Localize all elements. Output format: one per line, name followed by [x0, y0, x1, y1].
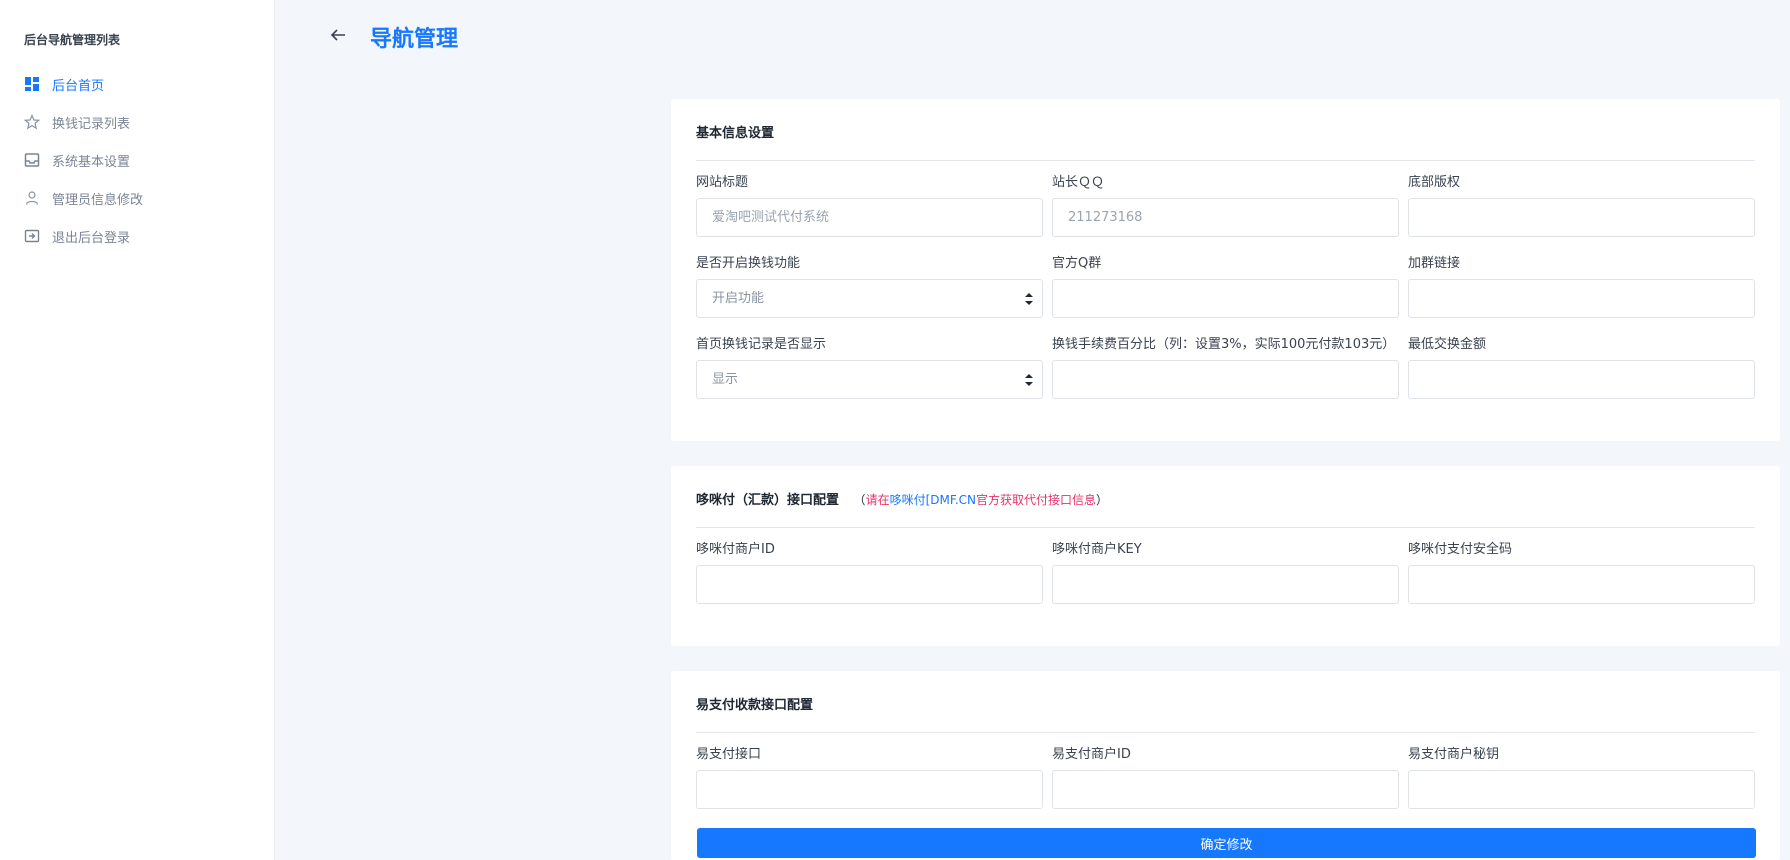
- duomi-merchant-key-label: 哆咪付商户KEY: [1052, 542, 1142, 557]
- epay-merchant-secret-field: 易支付商户秘钥: [1408, 745, 1755, 809]
- page-title: 导航管理: [370, 27, 459, 52]
- logout-icon: [24, 228, 40, 244]
- dashboard-icon: [24, 76, 40, 92]
- card-title: 哆咪付（汇款）接口配置 （请在哆咪付[DMF.CN官方获取代付接口信息）: [696, 489, 1108, 508]
- inbox-icon: [24, 152, 40, 168]
- sidebar-item-logout[interactable]: 退出后台登录: [24, 217, 264, 255]
- qq-field: 站长ＱＱ: [1052, 173, 1399, 237]
- qq-label: 站长ＱＱ: [1052, 175, 1105, 190]
- sidebar-item-label: 系统基本设置: [52, 154, 131, 170]
- home-record-field: 首页换钱记录是否显示 显示: [696, 335, 1043, 399]
- card-header: 基本信息设置: [696, 99, 1755, 161]
- home-record-select[interactable]: 显示: [697, 361, 1042, 398]
- sidebar-nav: 后台首页 换钱记录列表 系统基本设置 管理员信息修改 退出后台登录: [24, 65, 264, 255]
- sidebar-item-label: 后台首页: [52, 78, 105, 94]
- min-amount-label: 最低交换金额: [1408, 337, 1487, 352]
- exchange-enable-field: 是否开启换钱功能 开启功能: [696, 254, 1043, 318]
- copyright-label: 底部版权: [1408, 175, 1461, 190]
- exchange-enable-label: 是否开启换钱功能: [696, 256, 801, 271]
- back-button[interactable]: [325, 24, 351, 50]
- note-post: 官方获取代付接口信息: [976, 493, 1097, 507]
- site-title-label: 网站标题: [696, 175, 749, 190]
- qq-input[interactable]: [1053, 199, 1398, 236]
- epay-merchant-secret-input[interactable]: [1409, 771, 1754, 808]
- card-header: 哆咪付（汇款）接口配置 （请在哆咪付[DMF.CN官方获取代付接口信息）: [696, 466, 1755, 528]
- duomi-security-code-field: 哆咪付支付安全码: [1408, 540, 1755, 604]
- duomi-config-card: 哆咪付（汇款）接口配置 （请在哆咪付[DMF.CN官方获取代付接口信息） 哆咪付…: [671, 466, 1780, 646]
- sidebar-item-label: 退出后台登录: [52, 230, 131, 246]
- sidebar-item-label: 换钱记录列表: [52, 116, 131, 132]
- sidebar-item-label: 管理员信息修改: [52, 192, 144, 208]
- epay-merchant-id-field: 易支付商户ID: [1052, 745, 1399, 809]
- qgroup-label: 官方Q群: [1052, 256, 1102, 271]
- qgroup-input[interactable]: [1053, 280, 1398, 317]
- duomi-merchant-id-field: 哆咪付商户ID: [696, 540, 1043, 604]
- sidebar-item-admin-profile[interactable]: 管理员信息修改: [24, 179, 264, 217]
- sidebar-item-exchange-records[interactable]: 换钱记录列表: [24, 103, 264, 141]
- star-icon: [24, 114, 40, 130]
- group-link-label: 加群链接: [1408, 256, 1461, 271]
- epay-merchant-secret-label: 易支付商户秘钥: [1408, 747, 1500, 762]
- duomi-merchant-id-label: 哆咪付商户ID: [696, 542, 775, 557]
- fee-field: 换钱手续费百分比（列：设置3%，实际100元付款103元）: [1052, 335, 1399, 399]
- copyright-field: 底部版权: [1408, 173, 1755, 237]
- submit-button[interactable]: 确定修改: [697, 828, 1756, 858]
- duomi-link[interactable]: 哆咪付[DMF.CN: [890, 493, 976, 507]
- fee-input[interactable]: [1053, 361, 1398, 398]
- group-link-field: 加群链接: [1408, 254, 1755, 318]
- min-amount-input[interactable]: [1409, 361, 1754, 398]
- fee-label: 换钱手续费百分比（列：设置3%，实际100元付款103元）: [1052, 337, 1396, 352]
- qgroup-field: 官方Q群: [1052, 254, 1399, 318]
- card-title: 基本信息设置: [696, 126, 775, 141]
- epay-merchant-id-input[interactable]: [1053, 771, 1398, 808]
- duomi-security-code-input[interactable]: [1409, 566, 1754, 603]
- group-link-input[interactable]: [1409, 280, 1754, 317]
- sidebar-title: 后台导航管理列表: [24, 33, 121, 47]
- note-close-paren: ）: [1096, 493, 1109, 507]
- sidebar-item-dashboard[interactable]: 后台首页: [24, 65, 264, 103]
- note-open-paren: （: [853, 493, 866, 507]
- sidebar: 后台导航管理列表 后台首页 换钱记录列表 系统基本设置 管理员信息修改 退出后台…: [0, 0, 275, 860]
- epay-api-field: 易支付接口: [696, 745, 1043, 809]
- home-record-label: 首页换钱记录是否显示: [696, 337, 827, 352]
- note-pre: 请在: [865, 493, 890, 507]
- min-amount-field: 最低交换金额: [1408, 335, 1755, 399]
- duomi-merchant-key-field: 哆咪付商户KEY: [1052, 540, 1399, 604]
- epay-api-input[interactable]: [697, 771, 1042, 808]
- duomi-merchant-id-input[interactable]: [697, 566, 1042, 603]
- epay-api-label: 易支付接口: [696, 747, 762, 762]
- epay-merchant-id-label: 易支付商户ID: [1052, 747, 1131, 762]
- user-icon: [24, 190, 40, 206]
- arrow-left-icon: [329, 26, 347, 48]
- duomi-security-code-label: 哆咪付支付安全码: [1408, 542, 1513, 557]
- exchange-enable-select[interactable]: 开启功能: [697, 280, 1042, 317]
- card-header: 易支付收款接口配置: [696, 671, 1755, 733]
- duomi-merchant-key-input[interactable]: [1053, 566, 1398, 603]
- site-title-input[interactable]: [697, 199, 1042, 236]
- basic-settings-card: 基本信息设置 网站标题 站长ＱＱ 底部版权 是否开启换钱功能 开启功能 官方Q群…: [671, 99, 1780, 441]
- duomi-title: 哆咪付（汇款）接口配置: [696, 493, 840, 508]
- sidebar-item-system-settings[interactable]: 系统基本设置: [24, 141, 264, 179]
- site-title-field: 网站标题: [696, 173, 1043, 237]
- card-title: 易支付收款接口配置: [696, 698, 814, 713]
- copyright-input[interactable]: [1409, 199, 1754, 236]
